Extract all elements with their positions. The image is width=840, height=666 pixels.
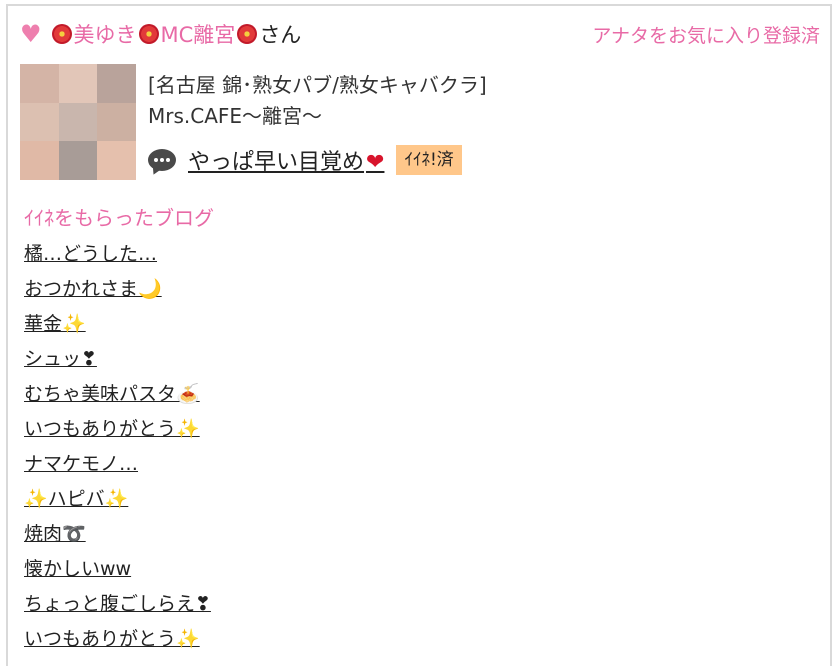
heart-icon: ♥: [20, 20, 42, 48]
liked-blog-list: 橘…どうした… おつかれさま🌙 華金✨ シュッ❣ むちゃ美味パスタ🍝 いつもあり…: [24, 242, 211, 662]
speech-bubble-icon: [148, 149, 176, 171]
user-name[interactable]: ♥ 美ゆき MC離宮 さん: [20, 19, 301, 49]
blog-link[interactable]: 焼肉➰: [24, 523, 86, 545]
list-item: いつもありがとう✨: [24, 627, 211, 662]
section-title: ｲｲﾈをもらったブログ: [24, 206, 214, 230]
profile-thumbnail[interactable]: [20, 64, 136, 180]
name-part-2: MC離宮: [160, 23, 236, 47]
list-item: 焼肉➰: [24, 522, 211, 557]
list-item: 橘…どうした…: [24, 242, 211, 277]
iine-done-badge: ｲｲﾈ!済: [396, 145, 462, 175]
favorite-status-link[interactable]: アナタをお気に入り登録済: [592, 21, 820, 48]
blog-link[interactable]: 華金✨: [24, 313, 86, 335]
list-item: ナマケモノ…: [24, 452, 211, 487]
blog-link[interactable]: 懐かしいww: [24, 558, 131, 580]
blog-link[interactable]: シュッ❣: [24, 348, 97, 370]
shop-name[interactable]: Mrs.CAFE〜離宮〜: [148, 101, 487, 132]
blog-link[interactable]: 橘…どうした…: [24, 243, 157, 265]
blog-link[interactable]: ナマケモノ…: [24, 453, 138, 475]
hibiscus-icon: [51, 23, 73, 45]
list-item: 華金✨: [24, 312, 211, 347]
list-item: ちょっと腹ごしらえ❣: [24, 592, 211, 627]
hibiscus-icon: [236, 23, 258, 45]
blog-link[interactable]: ちょっと腹ごしらえ❣: [24, 593, 211, 615]
header: ♥ 美ゆき MC離宮 さん アナタをお気に入り登録済: [20, 18, 820, 50]
name-part-1: 美ゆき: [73, 23, 137, 47]
blog-link[interactable]: むちゃ美味パスタ🍝: [24, 383, 200, 405]
blog-like-card: ♥ 美ゆき MC離宮 さん アナタをお気に入り登録済 [名古屋 錦･熟女パブ/熟…: [6, 4, 832, 666]
list-item: 懐かしいww: [24, 557, 211, 592]
blog-link[interactable]: おつかれさま🌙: [24, 278, 162, 300]
latest-post: やっぱ早い目覚め❤ ｲｲﾈ!済: [148, 144, 462, 176]
blog-link[interactable]: いつもありがとう✨: [24, 418, 200, 440]
blog-link[interactable]: ✨ハピバ✨: [24, 488, 128, 510]
latest-post-title: やっぱ早い目覚め: [188, 150, 365, 175]
latest-post-link[interactable]: やっぱ早い目覚め❤: [188, 144, 384, 176]
list-item: おつかれさま🌙: [24, 277, 211, 312]
list-item: むちゃ美味パスタ🍝: [24, 382, 211, 417]
blog-link[interactable]: いつもありがとう✨: [24, 628, 200, 650]
shop-category: [名古屋 錦･熟女パブ/熟女キャバクラ]: [148, 73, 487, 97]
shop-info: [名古屋 錦･熟女パブ/熟女キャバクラ] Mrs.CAFE〜離宮〜: [148, 70, 487, 132]
hibiscus-icon: [138, 23, 160, 45]
list-item: ✨ハピバ✨: [24, 487, 211, 522]
list-item: シュッ❣: [24, 347, 211, 382]
red-heart-icon: ❤: [366, 150, 385, 175]
name-suffix: さん: [259, 23, 302, 47]
list-item: いつもありがとう✨: [24, 417, 211, 452]
